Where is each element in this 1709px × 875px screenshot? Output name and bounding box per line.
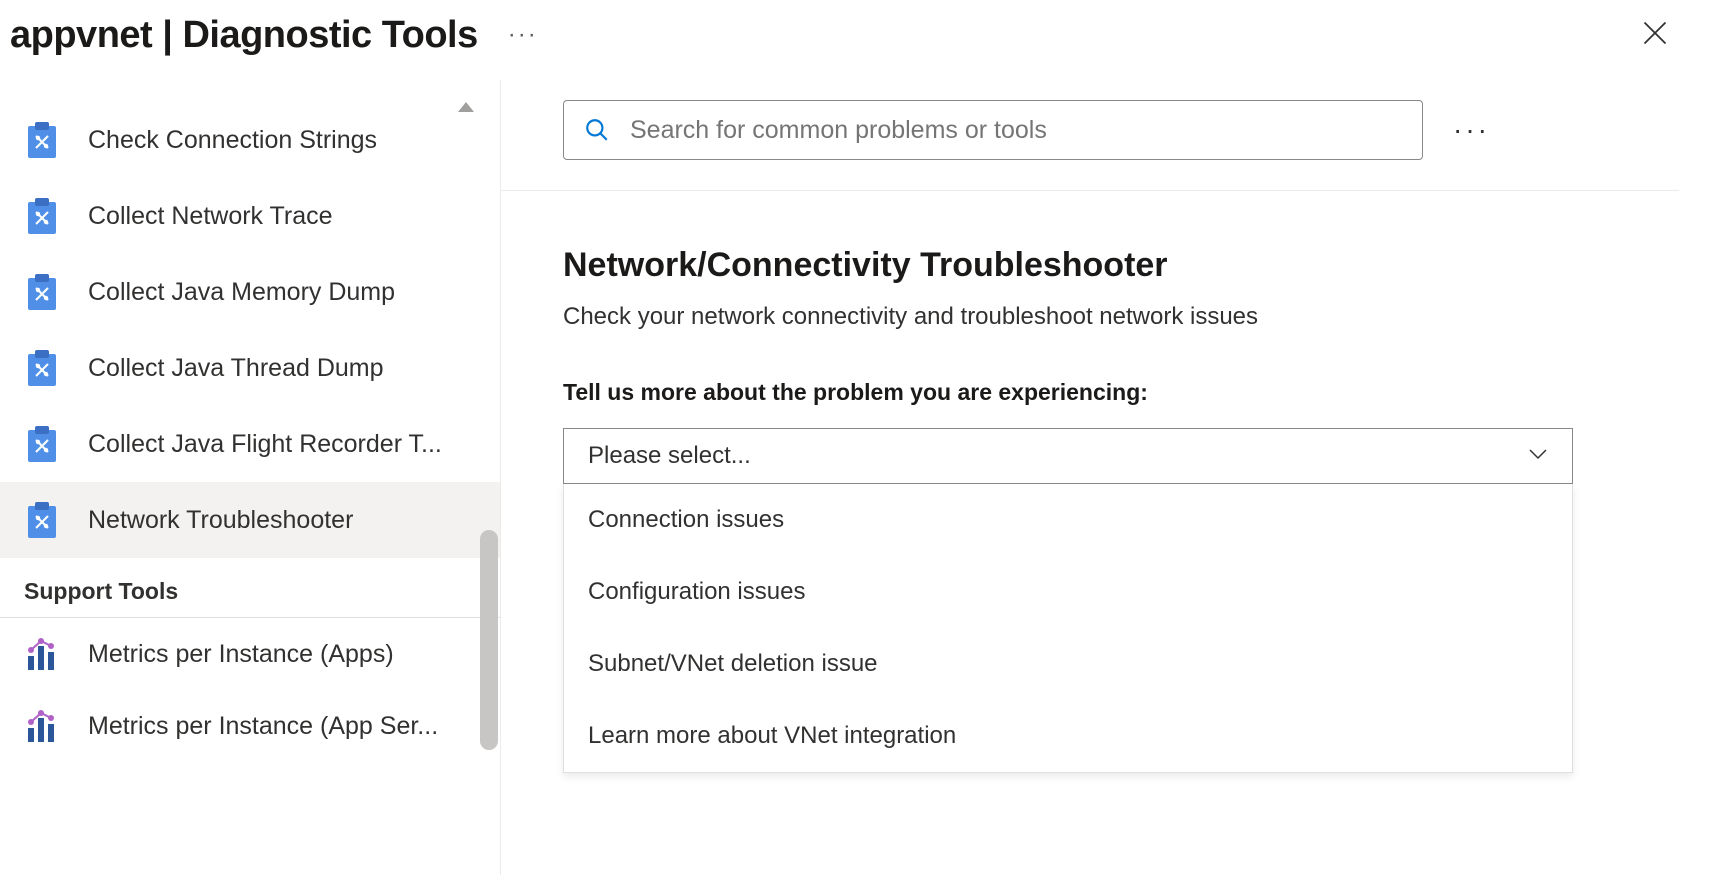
sidebar-scrollbar[interactable] [480,530,498,750]
sidebar-item-label: Metrics per Instance (App Ser... [88,712,438,741]
scroll-up-button[interactable] [456,98,476,119]
search-row: ··· [501,100,1679,191]
sidebar-item-label: Collect Java Flight Recorder T... [88,430,442,459]
main-content: ··· Network/Connectivity Troubleshooter … [501,70,1709,875]
content-subtitle: Check your network connectivity and trou… [563,303,1599,331]
header-more-button[interactable]: ··· [508,21,538,49]
sidebar-item-label: Network Troubleshooter [88,506,353,535]
sidebar-item-metrics-per-instance-apps[interactable]: Metrics per Instance (Apps) [0,618,500,690]
search-input[interactable] [630,116,1402,145]
sidebar-item-label: Collect Java Thread Dump [88,354,384,383]
search-icon [584,117,610,143]
sidebar-item-network-troubleshooter[interactable]: Network Troubleshooter [0,482,500,558]
bar-chart-icon [24,708,60,744]
sidebar-item-collect-java-thread-dump[interactable]: Collect Java Thread Dump [0,330,500,406]
sidebar-item-label: Collect Java Memory Dump [88,278,395,307]
clipboard-tool-icon [24,120,60,160]
sidebar-item-collect-java-flight-recorder-t[interactable]: Collect Java Flight Recorder T... [0,406,500,482]
clipboard-tool-icon [24,196,60,236]
sidebar-item-label: Metrics per Instance (Apps) [88,640,394,669]
dropdown-option[interactable]: Learn more about VNet integration [564,700,1572,772]
sidebar-item-metrics-per-instance-app-ser[interactable]: Metrics per Instance (App Ser... [0,690,500,762]
clipboard-tool-icon [24,272,60,312]
chevron-up-icon [456,100,476,114]
problem-select[interactable]: Please select... [563,428,1573,484]
sidebar-item-check-connection-strings[interactable]: Check Connection Strings [0,102,500,178]
chevron-down-icon [1528,447,1548,465]
clipboard-tool-icon [24,348,60,388]
bar-chart-icon [24,636,60,672]
search-more-button[interactable]: ··· [1453,114,1490,146]
search-box[interactable] [563,100,1423,160]
close-icon [1641,19,1669,47]
clipboard-tool-icon [24,500,60,540]
close-button[interactable] [1621,19,1689,52]
dropdown-option[interactable]: Subnet/VNet deletion issue [564,628,1572,700]
sidebar: Check Connection Strings Collect Network … [0,70,500,875]
sidebar-section-header: Support Tools [0,558,500,618]
content-title: Network/Connectivity Troubleshooter [563,246,1599,285]
sidebar-item-label: Check Connection Strings [88,126,377,155]
sidebar-item-collect-network-trace[interactable]: Collect Network Trace [0,178,500,254]
dropdown-option[interactable]: Configuration issues [564,556,1572,628]
dropdown-option[interactable]: Connection issues [564,484,1572,556]
sidebar-item-label: Collect Network Trace [88,202,333,231]
page-header: appvnet | Diagnostic Tools ··· [0,0,1709,70]
dropdown-placeholder: Please select... [588,442,751,470]
content-section: Network/Connectivity Troubleshooter Chec… [563,191,1679,773]
prompt-label: Tell us more about the problem you are e… [563,379,1599,406]
sidebar-item-collect-java-memory-dump[interactable]: Collect Java Memory Dump [0,254,500,330]
dropdown-listbox: Connection issuesConfiguration issuesSub… [563,484,1573,773]
clipboard-tool-icon [24,424,60,464]
page-title: appvnet | Diagnostic Tools [10,14,478,57]
